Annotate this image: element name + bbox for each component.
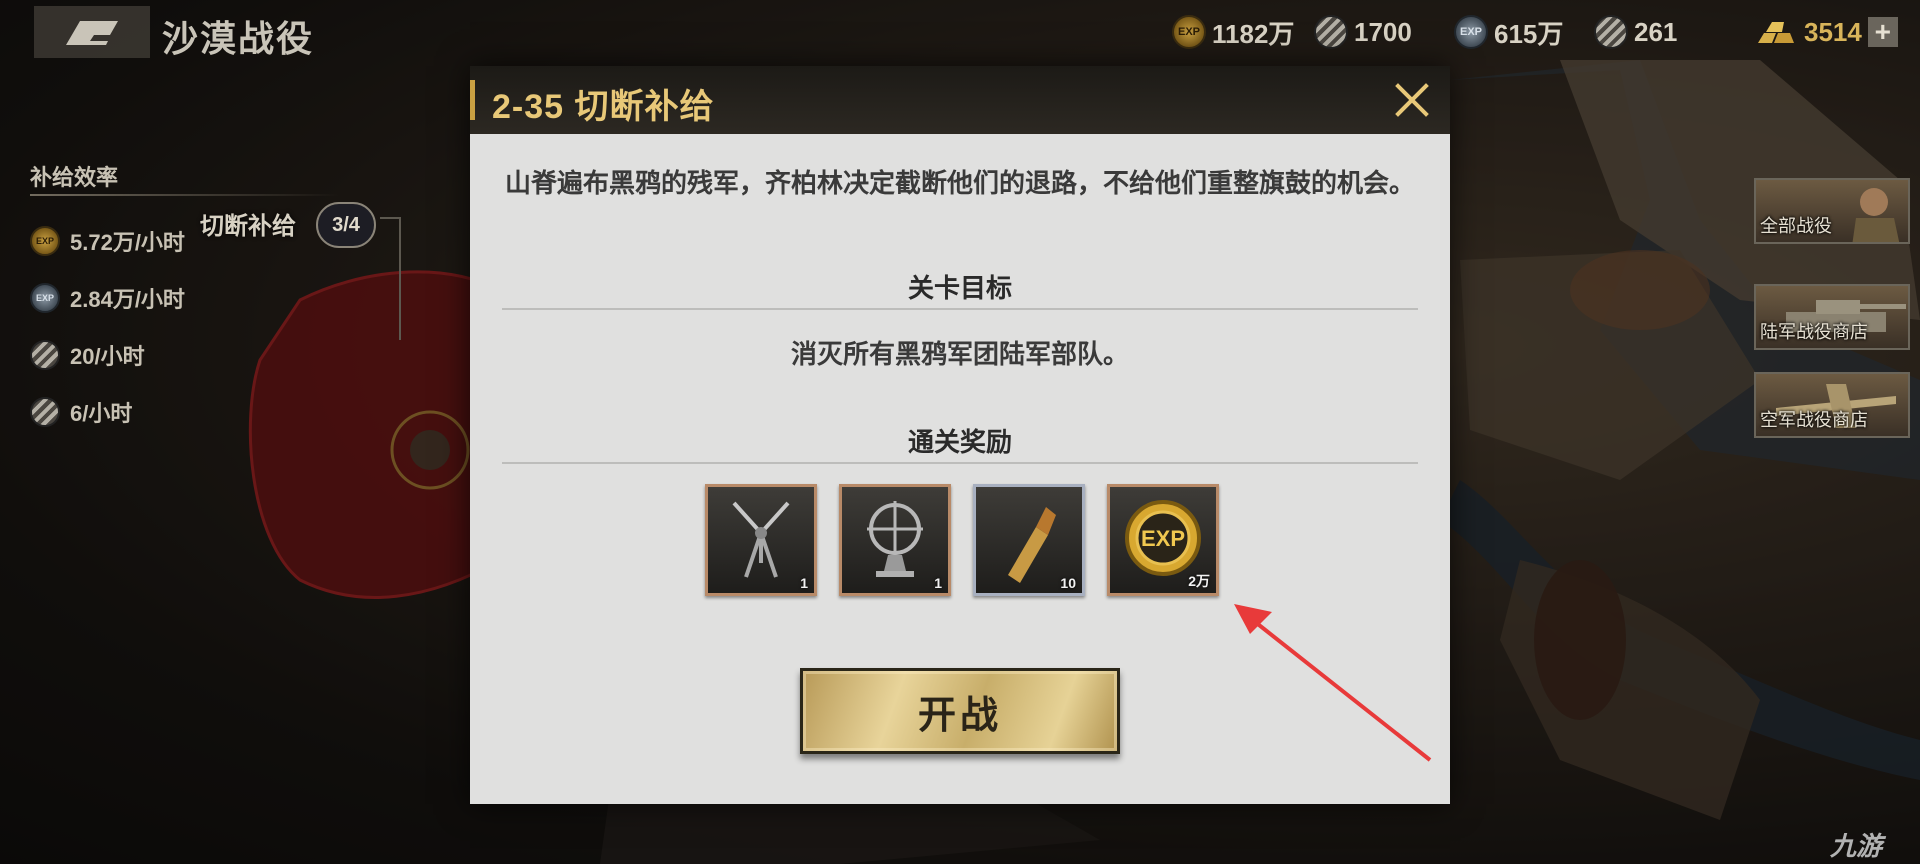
- reward-item[interactable]: EXP 2万: [1107, 484, 1219, 596]
- striped-medal-icon: [1314, 15, 1348, 49]
- exp-silver-coin-icon: EXP: [30, 282, 60, 313]
- dialog-header: 2-35 切断补给: [470, 66, 1450, 134]
- back-button[interactable]: [34, 6, 150, 58]
- striped-medal-icon: [30, 339, 60, 370]
- add-gold-button[interactable]: +: [1867, 17, 1898, 47]
- reward-qty: 10: [1060, 575, 1076, 591]
- exp-gold-coin-icon: EXP: [30, 225, 60, 256]
- watermark-logo: 九游: [1830, 831, 1883, 861]
- air-campaign-shop-button[interactable]: 空军战役商店: [1754, 372, 1910, 438]
- supply-row: EXP 5.72万/小时: [30, 212, 185, 269]
- shortcut-label: 全部战役: [1760, 216, 1832, 236]
- section-divider: [502, 308, 1418, 310]
- section-divider: [502, 462, 1418, 464]
- start-battle-label: 开战: [917, 694, 1002, 737]
- supply-value: 20/小时: [70, 343, 145, 369]
- start-battle-button[interactable]: 开战: [800, 668, 1120, 754]
- map-stage-progress[interactable]: 3/4: [316, 202, 376, 248]
- resource-exp-silver[interactable]: EXP 615万: [1454, 14, 1563, 50]
- supply-row: EXP 2.84万/小时: [30, 269, 185, 326]
- reward-item[interactable]: 1: [705, 484, 817, 596]
- reward-qty: 1: [934, 575, 942, 591]
- resource-exp-gold[interactable]: EXP 1182万: [1172, 14, 1294, 50]
- bullet-icon: [1008, 507, 1056, 583]
- dialog-title: 2-35 切断补给: [492, 88, 715, 126]
- supply-value: 6/小时: [70, 400, 133, 426]
- army-campaign-shop-button[interactable]: 陆军战役商店: [1754, 284, 1910, 350]
- header-accent-bar: [470, 80, 475, 120]
- all-campaigns-button[interactable]: 全部战役: [1754, 178, 1910, 244]
- objective-heading: 关卡目标: [907, 273, 1012, 303]
- annotation-arrow-icon: [1234, 604, 1432, 762]
- exp-coin-icon: EXP: [1125, 500, 1201, 576]
- reward-item[interactable]: 10: [973, 484, 1085, 596]
- gold-bars-icon: [1758, 22, 1794, 43]
- close-icon[interactable]: [1388, 76, 1436, 124]
- resource-medal-1[interactable]: 1700: [1314, 14, 1412, 50]
- supply-title: 补给效率: [30, 165, 119, 190]
- striped-medal-icon: [30, 396, 60, 427]
- stage-description: 山脊遍布黑鸦的残军，齐柏林决定截断他们的退路，不给他们重整旗鼓的机会。: [504, 168, 1415, 198]
- supply-row: 20/小时: [30, 326, 185, 383]
- resource-value: 1700: [1354, 16, 1412, 47]
- bipod-mount-icon: [732, 501, 790, 578]
- exp-gold-coin-icon: EXP: [1172, 15, 1206, 49]
- supply-divider: [30, 194, 340, 196]
- top-bar: 沙漠战役 EXP 1182万 1700 EXP 615万 261 3514 +: [0, 0, 1920, 64]
- supply-efficiency-panel: 补给效率 EXP 5.72万/小时 EXP 2.84万/小时 20/小时 6/小…: [30, 160, 340, 440]
- reward-item[interactable]: 1: [839, 484, 951, 596]
- resource-value: 1182万: [1212, 18, 1295, 49]
- supply-value: 5.72万/小时: [70, 229, 185, 255]
- resource-value: 615万: [1494, 18, 1564, 49]
- page-title: 沙漠战役: [162, 18, 315, 59]
- resource-value: 3514: [1804, 16, 1862, 47]
- striped-medal-icon: [1594, 15, 1628, 49]
- reward-qty: 1: [800, 575, 808, 591]
- resource-gold[interactable]: 3514 +: [1754, 14, 1898, 50]
- resource-value: 261: [1634, 16, 1678, 47]
- reward-list: 1 1 10 EXP 2万: [705, 484, 1219, 596]
- gun-sight-icon: [867, 501, 923, 577]
- supply-row: 6/小时: [30, 383, 185, 440]
- resource-medal-2[interactable]: 261: [1594, 14, 1677, 50]
- reward-qty: 2万: [1188, 573, 1210, 589]
- exp-silver-coin-icon: EXP: [1454, 15, 1488, 49]
- shortcut-label: 陆军战役商店: [1760, 322, 1868, 342]
- stage-objective: 消灭所有黑鸦军团陆军部队。: [790, 339, 1129, 369]
- map-stage-label[interactable]: 切断补给: [200, 206, 296, 241]
- rewards-heading: 通关奖励: [907, 427, 1012, 457]
- shortcut-label: 空军战役商店: [1760, 410, 1868, 430]
- supply-value: 2.84万/小时: [70, 286, 185, 312]
- svg-text:EXP: EXP: [1141, 526, 1185, 551]
- back-arrow-icon: [66, 21, 118, 45]
